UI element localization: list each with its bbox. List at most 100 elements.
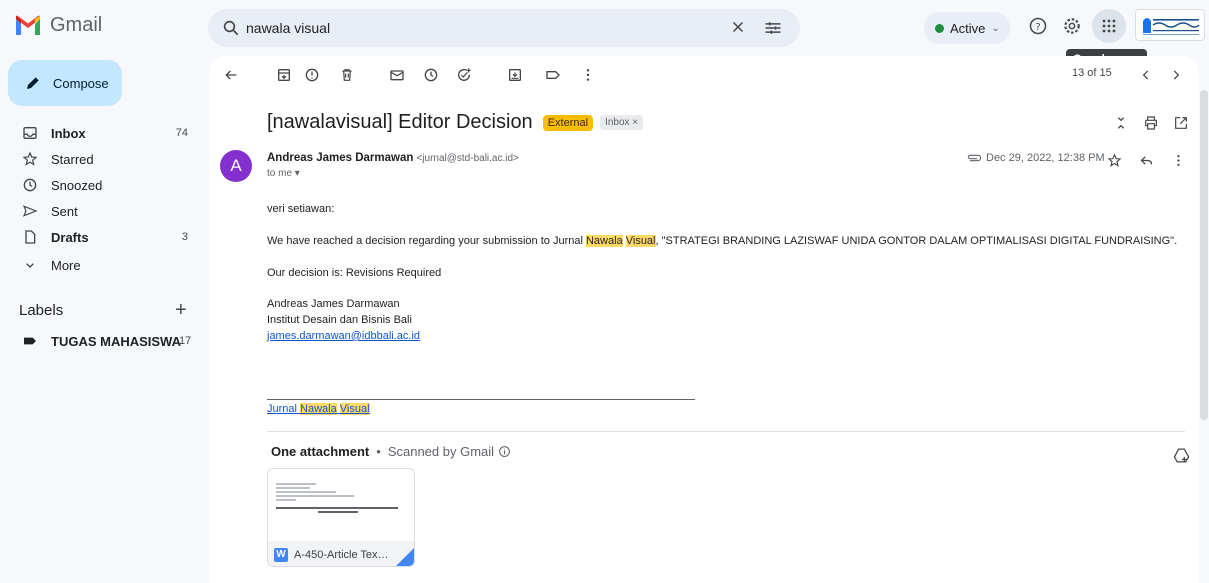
sidebar-item-snoozed[interactable]: Snoozed bbox=[0, 172, 200, 198]
label-icon[interactable] bbox=[543, 65, 563, 85]
send-icon bbox=[22, 205, 38, 217]
paragraph-text-end: , "STRATEGI BRANDING LAZISWAF UNIDA GONT… bbox=[655, 235, 1178, 247]
sidebar-item-label: Snoozed bbox=[51, 178, 103, 193]
attachment-footer: W A-450-Article Tex… bbox=[268, 541, 414, 566]
search-highlight: Visual bbox=[339, 403, 370, 415]
search-highlight: Nawala bbox=[300, 403, 337, 415]
sender-name[interactable]: Andreas James Darmawan bbox=[267, 152, 413, 164]
sidebar-item-label: TUGAS MAHASISWA bbox=[51, 334, 181, 349]
settings-icon[interactable] bbox=[1060, 14, 1084, 38]
sender-avatar[interactable]: A bbox=[220, 150, 252, 182]
sidebar-label-tugas-mahasiswa[interactable]: TUGAS MAHASISWA 17 bbox=[0, 328, 200, 354]
add-to-tasks-icon[interactable] bbox=[454, 65, 474, 85]
sender-line: Andreas James Darmawan <jurnal@std-bali.… bbox=[267, 152, 519, 164]
sidebar-item-drafts[interactable]: Drafts 3 bbox=[0, 224, 200, 250]
sidebar-item-inbox[interactable]: Inbox 74 bbox=[0, 120, 200, 146]
email-subject: [nawalavisual] Editor Decision External … bbox=[267, 111, 644, 134]
gmail-logo[interactable]: Gmail bbox=[14, 14, 102, 37]
sender-email: <jurnal@std-bali.ac.id> bbox=[416, 153, 519, 164]
organization-logo-icon bbox=[1143, 18, 1200, 35]
pencil-icon bbox=[27, 77, 39, 89]
sidebar-item-starred[interactable]: Starred bbox=[0, 146, 200, 172]
older-chevron-right-icon[interactable] bbox=[1164, 63, 1188, 87]
status-toggle[interactable]: Active ⌄ bbox=[924, 12, 1010, 44]
move-to-icon[interactable] bbox=[505, 65, 525, 85]
search-highlight: Visual bbox=[625, 235, 656, 247]
status-dot bbox=[935, 23, 944, 33]
attachment-divider bbox=[267, 431, 1185, 432]
google-apps-button[interactable] bbox=[1092, 9, 1126, 43]
signature-divider bbox=[267, 399, 695, 400]
attachment-clip-icon bbox=[967, 154, 982, 162]
inbox-label-chip[interactable]: Inbox × bbox=[600, 115, 644, 130]
compose-button[interactable]: Compose bbox=[8, 60, 122, 106]
scrollbar[interactable] bbox=[1200, 90, 1208, 420]
open-new-window-icon[interactable] bbox=[1169, 111, 1193, 135]
email-greeting: veri setiawan: bbox=[267, 203, 335, 215]
email-paragraph: We have reached a decision regarding you… bbox=[267, 235, 1177, 247]
label-tag-icon bbox=[24, 337, 36, 345]
apps-grid-icon bbox=[1102, 19, 1116, 33]
clock-icon bbox=[23, 178, 37, 192]
back-arrow-icon[interactable] bbox=[221, 65, 241, 85]
more-vert-icon[interactable] bbox=[578, 65, 598, 85]
signature-institution: Institut Desain dan Bisnis Bali bbox=[267, 314, 412, 326]
sidebar-item-sent[interactable]: Sent bbox=[0, 198, 200, 224]
search-bar[interactable]: nawala visual bbox=[208, 9, 800, 47]
info-icon[interactable] bbox=[498, 445, 511, 458]
word-doc-icon: W bbox=[274, 547, 288, 562]
label-count: 17 bbox=[179, 335, 192, 347]
help-icon[interactable]: ? bbox=[1026, 14, 1050, 38]
paragraph-text-start: We have reached a decision regarding you… bbox=[267, 235, 586, 247]
labels-heading: Labels bbox=[19, 302, 64, 319]
print-icon[interactable] bbox=[1139, 111, 1163, 135]
message-more-icon[interactable] bbox=[1166, 148, 1190, 172]
create-label-button[interactable]: + bbox=[175, 299, 187, 322]
date-text: Dec 29, 2022, 12:38 PM bbox=[986, 152, 1105, 164]
attachment-card[interactable]: W A-450-Article Tex… bbox=[267, 468, 415, 567]
star-icon bbox=[22, 151, 38, 166]
gmail-m-icon bbox=[16, 15, 40, 35]
delete-icon[interactable] bbox=[337, 65, 357, 85]
inbox-icon bbox=[23, 127, 37, 139]
reply-icon[interactable] bbox=[1134, 148, 1158, 172]
add-to-drive-icon[interactable] bbox=[1169, 443, 1193, 467]
archive-icon[interactable] bbox=[274, 65, 294, 85]
chevron-down-icon: ⌄ bbox=[991, 22, 1000, 34]
search-icon[interactable] bbox=[222, 19, 240, 37]
sidebar-item-label: More bbox=[51, 258, 81, 273]
newer-chevron-left-icon[interactable] bbox=[1134, 63, 1158, 87]
decision-text: Our decision is: Revisions Required bbox=[267, 267, 442, 279]
recipient-details-toggle[interactable]: to me ▾ bbox=[267, 168, 300, 179]
pagination-text: 13 of 15 bbox=[1072, 67, 1112, 79]
draft-count: 3 bbox=[181, 231, 188, 243]
signature-email-link[interactable]: james.darmawan@idbbali.ac.id bbox=[267, 330, 420, 342]
draft-icon bbox=[25, 230, 36, 244]
svg-text:?: ? bbox=[1035, 22, 1040, 33]
report-spam-icon[interactable] bbox=[302, 65, 322, 85]
snooze-icon[interactable] bbox=[421, 65, 441, 85]
compose-label: Compose bbox=[53, 75, 109, 91]
star-message-icon[interactable] bbox=[1102, 148, 1126, 172]
search-highlight: Nawala bbox=[585, 235, 623, 247]
scanned-text: Scanned by Gmail bbox=[387, 444, 495, 459]
mark-unread-icon[interactable] bbox=[387, 65, 407, 85]
collapse-all-icon[interactable] bbox=[1109, 111, 1133, 135]
sidebar-item-label: Inbox bbox=[51, 126, 86, 141]
search-options-icon[interactable] bbox=[763, 18, 783, 38]
separator-dot: • bbox=[376, 444, 381, 459]
subject-text: [nawalavisual] Editor Decision bbox=[267, 111, 533, 133]
status-label: Active bbox=[950, 20, 986, 36]
sidebar-item-more[interactable]: More bbox=[0, 252, 200, 278]
attachment-header: One attachment • Scanned by Gmail bbox=[271, 444, 511, 459]
sidebar-item-label: Drafts bbox=[51, 230, 89, 245]
sidebar-item-label: Sent bbox=[51, 204, 78, 219]
clear-search-icon[interactable] bbox=[729, 18, 747, 36]
email-date: Dec 29, 2022, 12:38 PM bbox=[966, 152, 1105, 164]
journal-footer-link[interactable]: Jurnal Nawala Visual bbox=[267, 403, 370, 415]
doc-corner-fold bbox=[396, 548, 414, 566]
attachment-filename: A-450-Article Tex… bbox=[294, 548, 389, 561]
account-button[interactable] bbox=[1135, 9, 1205, 41]
search-input[interactable]: nawala visual bbox=[246, 20, 330, 36]
footer-link-word: Jurnal bbox=[267, 403, 297, 415]
